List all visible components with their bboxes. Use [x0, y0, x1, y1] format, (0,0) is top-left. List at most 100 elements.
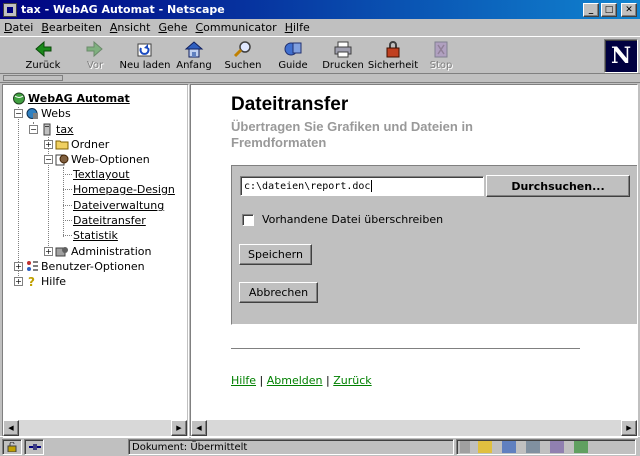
cancel-button[interactable]: Abbrechen [239, 282, 318, 303]
connection-status-icon [24, 439, 44, 455]
tree-item-statistik[interactable]: Statistik [73, 228, 118, 243]
collapse-toggle[interactable]: − [29, 125, 38, 134]
tree-tax-label[interactable]: tax [56, 123, 74, 136]
help-link[interactable]: Hilfe [231, 374, 256, 387]
netscape-window-icon[interactable] [3, 2, 17, 17]
content-horizontal-scrollbar[interactable]: ◀ ▶ [191, 420, 637, 436]
expand-toggle[interactable]: + [44, 247, 53, 256]
browse-button[interactable]: Durchsuchen... [486, 175, 630, 197]
tree-dateiverwaltung-link[interactable]: Dateiverwaltung [73, 199, 164, 212]
file-path-value: c:\dateien\report.doc [244, 181, 371, 192]
folder-icon [55, 140, 69, 150]
navigator-icon[interactable] [478, 441, 492, 453]
tree-item-web-optionen[interactable]: − Web-Optionen [44, 152, 150, 167]
composer-icon[interactable] [574, 441, 588, 453]
link-separator: | [259, 374, 264, 387]
mail-icon[interactable] [502, 441, 516, 453]
overwrite-option[interactable]: Vorhandene Datei überschreiben [242, 213, 443, 226]
menu-bearbeiten[interactable]: Bearbeiten [41, 21, 101, 34]
back-link[interactable]: Zurück [333, 374, 371, 387]
print-label: Drucken [322, 60, 364, 71]
tree-item-dateitransfer[interactable]: Dateitransfer [73, 213, 146, 228]
tree-line [63, 167, 64, 237]
collapse-toggle[interactable]: − [44, 155, 53, 164]
maximize-button[interactable]: □ [601, 2, 617, 17]
left-horizontal-scrollbar[interactable]: ◀ ▶ [3, 420, 187, 436]
page-title: Dateitransfer [231, 94, 349, 115]
address-book-icon[interactable] [550, 441, 564, 453]
stop-button[interactable]: Stop [412, 39, 470, 73]
minimize-button[interactable]: _ [583, 2, 599, 17]
tree-benutzer-label: Benutzer-Optionen [41, 260, 145, 273]
menu-gehe[interactable]: Gehe [158, 21, 187, 34]
tree-item-benutzer[interactable]: + Benutzer-Optionen [14, 259, 145, 274]
tree-dateitransfer-link[interactable]: Dateitransfer [73, 214, 146, 227]
scroll-left-arrow-icon[interactable]: ◀ [3, 420, 19, 436]
tree-statistik-link[interactable]: Statistik [73, 229, 118, 242]
globe-server-icon [26, 108, 38, 119]
svg-text:?: ? [28, 275, 35, 288]
expand-toggle[interactable]: + [14, 277, 23, 286]
stop-label: Stop [429, 60, 453, 71]
back-arrow-icon [35, 40, 52, 58]
tree-item-textlayout[interactable]: Textlayout [73, 167, 130, 182]
home-icon [184, 41, 204, 58]
save-button[interactable]: Speichern [239, 244, 312, 265]
tree-line [63, 174, 72, 175]
discussion-icon[interactable] [526, 441, 540, 453]
menu-datei[interactable]: Datei [4, 21, 33, 34]
tree-item-homepage-design[interactable]: Homepage-Design [73, 182, 175, 197]
tree-item-tax[interactable]: − tax [29, 122, 74, 137]
expand-toggle[interactable]: + [14, 262, 23, 271]
stop-icon [434, 41, 448, 58]
tree-line [63, 189, 72, 190]
security-label: Sicherheit [367, 60, 419, 71]
netscape-logo[interactable]: N [604, 39, 638, 73]
menu-communicator[interactable]: Communicator [195, 21, 276, 34]
tree-line [63, 205, 72, 206]
back-label: Zurück [25, 60, 61, 71]
tree-item-dateiverwaltung[interactable]: Dateiverwaltung [73, 198, 164, 213]
grip-icon [460, 441, 470, 453]
component-bar [456, 439, 636, 455]
globe-icon [13, 92, 25, 105]
tree-homepage-design-link[interactable]: Homepage-Design [73, 183, 175, 196]
tree-textlayout-link[interactable]: Textlayout [73, 168, 130, 181]
collapse-toggle[interactable]: − [14, 109, 23, 118]
print-icon [334, 41, 352, 58]
menu-hilfe[interactable]: Hilfe [285, 21, 310, 34]
tree-item-root[interactable]: WebAG Automat [12, 91, 130, 106]
page-subtitle: Übertragen Sie Grafiken und Dateien in F… [231, 119, 473, 150]
menu-ansicht[interactable]: Ansicht [110, 21, 151, 34]
tree-item-hilfe[interactable]: + ? Hilfe [14, 274, 66, 289]
status-text: Dokument: Übermittelt [128, 439, 454, 455]
tree-item-webs[interactable]: − Webs [14, 106, 71, 121]
window-title: tax - WebAG Automat - Netscape [21, 3, 225, 16]
content-frame: Dateitransfer Übertragen Sie Grafiken un… [191, 85, 637, 420]
plug-icon [29, 444, 41, 450]
tree-line [63, 220, 72, 221]
help-question-icon: ? [28, 275, 35, 288]
file-path-input[interactable]: c:\dateien\report.doc [240, 176, 484, 196]
back-button[interactable]: Zurück [14, 39, 72, 73]
tree-web-optionen-label: Web-Optionen [71, 153, 150, 166]
tree-root-label[interactable]: WebAG Automat [28, 92, 130, 105]
toolbar-collapse-tab[interactable] [3, 75, 63, 81]
tree-item-ordner[interactable]: + Ordner [44, 137, 109, 152]
text-caret [371, 180, 373, 192]
expand-toggle[interactable]: + [44, 140, 53, 149]
scroll-left-arrow-icon[interactable]: ◀ [191, 420, 207, 436]
overwrite-checkbox[interactable] [242, 213, 254, 226]
scroll-right-arrow-icon[interactable]: ▶ [171, 420, 187, 436]
link-separator: | [326, 374, 330, 387]
title-bar[interactable]: tax - WebAG Automat - Netscape _ □ ✕ [0, 0, 640, 19]
security-status-icon[interactable] [2, 439, 22, 455]
reload-icon [137, 43, 152, 57]
logo-letter: N [610, 43, 632, 69]
logout-link[interactable]: Abmelden [267, 374, 323, 387]
close-button[interactable]: ✕ [621, 2, 637, 17]
tree-item-administration[interactable]: + Administration [44, 244, 152, 259]
tree-line [18, 107, 19, 282]
menu-bar: Datei Bearbeiten Ansicht Gehe Communicat… [0, 19, 640, 36]
scroll-right-arrow-icon[interactable]: ▶ [621, 420, 637, 436]
